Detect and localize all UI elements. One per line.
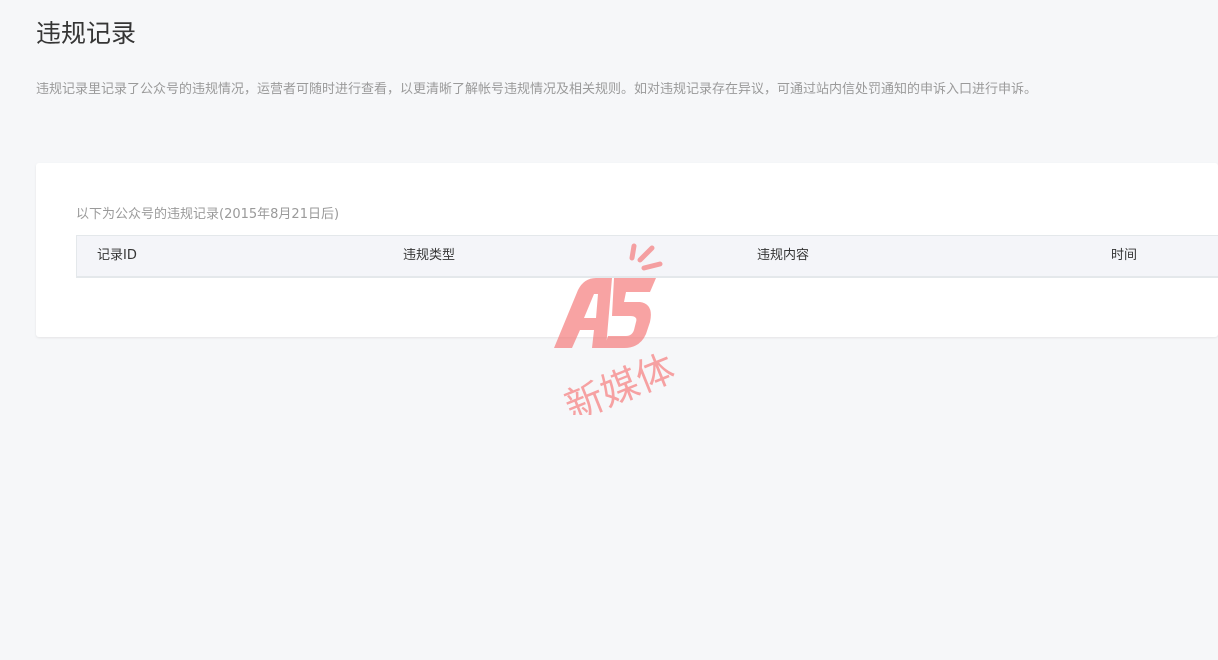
- records-caption: 以下为公众号的违规记录(2015年8月21日后): [76, 207, 340, 222]
- column-header-time: 时间: [1111, 248, 1138, 263]
- violation-records-page: 违规记录 违规记录里记录了公众号的违规情况，运营者可随时进行查看，以更清晰了解帐…: [0, 0, 1218, 660]
- table-header-row: 记录ID 违规类型 违规内容 时间: [76, 235, 1218, 277]
- column-header-violation-content: 违规内容: [757, 248, 810, 263]
- column-header-violation-type: 违规类型: [403, 248, 456, 263]
- records-card: 以下为公众号的违规记录(2015年8月21日后) 记录ID 违规类型 违规内容 …: [36, 163, 1218, 337]
- records-table-header: 记录ID 违规类型 违规内容 时间: [76, 235, 1218, 277]
- watermark-subtext: 新媒体: [559, 346, 681, 415]
- column-header-record-id: 记录ID: [97, 248, 137, 263]
- records-table: 记录ID 违规类型 违规内容 时间: [76, 235, 1218, 278]
- page-title: 违规记录: [36, 19, 137, 48]
- page-description: 违规记录里记录了公众号的违规情况，运营者可随时进行查看，以更清晰了解帐号违规情况…: [36, 82, 1038, 97]
